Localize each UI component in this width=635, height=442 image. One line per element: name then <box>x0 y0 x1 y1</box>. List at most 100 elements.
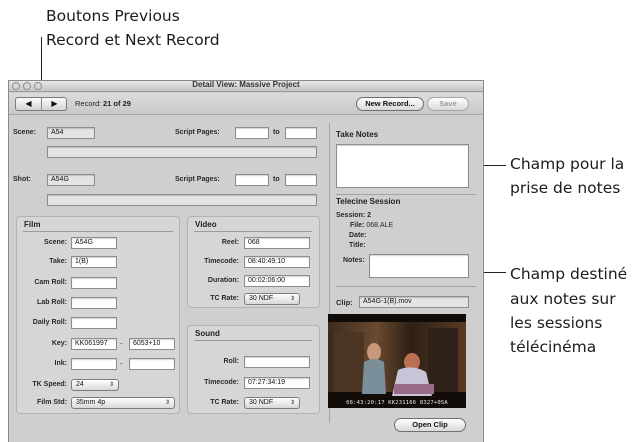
telecine-divider <box>336 286 476 287</box>
session-value: 2 <box>367 212 372 219</box>
telecine-file-row: File: 068.ALE <box>350 222 393 229</box>
sound-timecode-label: Timecode: <box>204 379 239 386</box>
record-label: Record: <box>75 99 102 108</box>
sound-tc-rate-select[interactable]: 30 NDF ⇕ <box>244 397 300 409</box>
lab-roll-label: Lab Roll: <box>37 299 67 306</box>
reel-field[interactable]: 068 <box>244 237 310 249</box>
sound-group-title: Sound <box>195 329 220 338</box>
new-record-button[interactable]: New Record... <box>356 97 424 111</box>
tk-speed-value: 24 <box>76 381 84 388</box>
record-counter: 21 of 29 <box>103 99 131 108</box>
annotation-telecine-line1: Champ destiné <box>510 265 628 283</box>
sound-group-rule <box>194 340 312 341</box>
daily-roll-field[interactable] <box>71 317 117 329</box>
annotation-nav-buttons-line2: Record et Next Record <box>46 31 220 49</box>
title-bar: Detail View: Massive Project <box>9 81 483 92</box>
updown-arrows-icon: ⇕ <box>108 382 114 388</box>
title-label: Title: <box>349 242 366 249</box>
save-button[interactable]: Save <box>427 97 469 111</box>
shot-description-field[interactable] <box>47 194 317 206</box>
shot-script-pages-to-label: to <box>273 176 280 183</box>
previous-record-button[interactable]: ◀ <box>16 98 41 110</box>
film-group-title: Film <box>24 220 41 229</box>
key-suffix-field[interactable]: 6053+10 <box>129 338 175 350</box>
clip-name-field[interactable]: A54G-1(B).mov <box>359 296 469 308</box>
scene-label: Scene: <box>13 129 36 136</box>
take-notes-title: Take Notes <box>336 130 379 139</box>
sound-tc-rate-value: 30 NDF <box>249 399 274 406</box>
shot-script-pages-label: Script Pages: <box>175 176 220 183</box>
film-group-rule <box>23 231 173 232</box>
annotation-telecine-line3: les sessions <box>510 314 603 332</box>
annotation-notes-field-line1: Champ pour la <box>510 155 625 173</box>
take-field[interactable]: 1(B) <box>71 256 117 268</box>
next-record-button[interactable]: ▶ <box>42 98 67 110</box>
date-label: Date: <box>349 232 367 239</box>
take-notes-field[interactable] <box>336 144 469 188</box>
script-pages-from-field[interactable] <box>235 127 269 139</box>
updown-arrows-icon: ⇕ <box>164 400 170 406</box>
sound-timecode-field[interactable]: 07:27:34:19 <box>244 377 310 389</box>
annotation-telecine-line2: aux notes sur <box>510 290 616 308</box>
triangle-right-icon: ▶ <box>51 99 58 108</box>
clip-preview-frame[interactable]: 08:43:20:17 KK231166 8327+05A <box>328 314 466 408</box>
script-pages-to-field[interactable] <box>285 127 317 139</box>
film-std-value: 35mm 4p <box>76 399 106 406</box>
video-group-rule <box>194 231 312 232</box>
video-tc-rate-value: 30 NDF <box>249 295 274 302</box>
file-value: 068.ALE <box>366 222 394 229</box>
open-clip-button[interactable]: Open Clip <box>394 418 466 432</box>
lab-roll-field[interactable] <box>71 297 117 309</box>
reel-label: Reel: <box>221 239 239 246</box>
video-group-title: Video <box>195 220 217 229</box>
telecine-session-title: Telecine Session <box>336 197 401 206</box>
take-label: Take: <box>49 258 67 265</box>
video-tc-rate-label: TC Rate: <box>210 295 239 302</box>
key-dash: - <box>120 339 123 348</box>
telecine-session-row: Session: 2 <box>336 212 371 219</box>
video-timecode-field[interactable]: 08:40:49:10 <box>244 256 310 268</box>
sound-roll-field[interactable] <box>244 356 310 368</box>
film-std-select[interactable]: 35mm 4p ⇕ <box>71 397 175 409</box>
cam-roll-field[interactable] <box>71 277 117 289</box>
telecine-date-row: Date: <box>349 232 367 239</box>
clip-preview-figures <box>334 328 458 396</box>
telecine-notes-row: Notes: <box>343 257 365 264</box>
video-tc-rate-select[interactable]: 30 NDF ⇕ <box>244 293 300 305</box>
cam-roll-label: Cam Roll: <box>34 279 67 286</box>
session-label: Session: <box>336 212 366 219</box>
updown-arrows-icon: ⇕ <box>289 400 295 406</box>
ink-dash: - <box>120 359 123 368</box>
script-pages-to-label: to <box>273 129 280 136</box>
video-timecode-label: Timecode: <box>204 258 239 265</box>
notes-label: Notes: <box>343 257 365 264</box>
ink-prefix-field[interactable] <box>71 358 117 370</box>
ink-suffix-field[interactable] <box>129 358 175 370</box>
tk-speed-select[interactable]: 24 ⇕ <box>71 379 119 391</box>
scene-field[interactable]: A54 <box>47 127 95 139</box>
shot-field[interactable]: A54G <box>47 174 95 186</box>
scene-description-field[interactable] <box>47 146 317 158</box>
telecine-notes-field[interactable] <box>369 254 469 278</box>
film-std-label: Film Std: <box>37 399 67 406</box>
sound-roll-label: Roll: <box>223 358 239 365</box>
key-prefix-field[interactable]: KK061997 <box>71 338 117 350</box>
shot-script-pages-to-field[interactable] <box>285 174 317 186</box>
shot-label: Shot: <box>13 176 31 183</box>
ink-label: Ink: <box>54 360 67 367</box>
annotation-nav-buttons-line1: Boutons Previous <box>46 7 180 25</box>
annotation-telecine-line4: télécinéma <box>510 338 597 356</box>
record-nav-buttons: ◀ ▶ <box>15 97 67 111</box>
timecode-burnin: 08:43:20:17 KK231166 8327+05A <box>346 400 448 406</box>
notes-divider <box>336 194 476 195</box>
tk-speed-label: TK Speed: <box>32 381 67 388</box>
daily-roll-label: Daily Roll: <box>32 319 67 326</box>
key-label: Key: <box>51 340 67 347</box>
telecine-title-row: Title: <box>349 242 366 249</box>
shot-script-pages-from-field[interactable] <box>235 174 269 186</box>
film-scene-label: Scene: <box>44 239 67 246</box>
toolbar: ◀ ▶ Record: 21 of 29 New Record... Save <box>9 93 483 115</box>
duration-field[interactable]: 00:02:06:00 <box>244 275 310 287</box>
triangle-left-icon: ◀ <box>25 99 32 108</box>
film-scene-field[interactable]: A54G <box>71 237 117 249</box>
